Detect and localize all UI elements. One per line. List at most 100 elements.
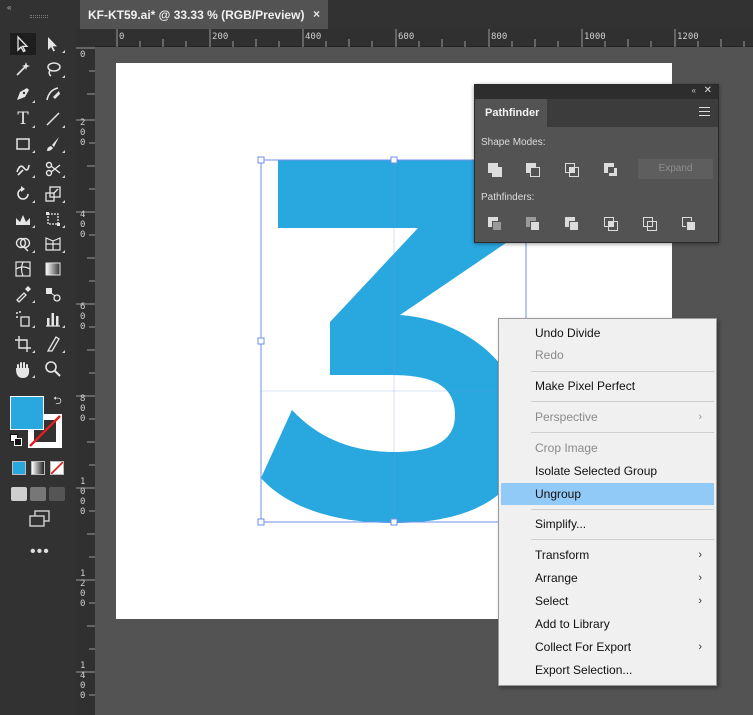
tab-pathfinder[interactable]: Pathfinder xyxy=(475,99,547,127)
ruler-label: 800 xyxy=(80,394,86,424)
submenu-arrow-icon: › xyxy=(698,595,702,607)
gradient-tool-icon[interactable] xyxy=(40,258,66,280)
ruler-label: 400 xyxy=(80,210,86,240)
menu-item-undo-divide[interactable]: Undo Divide xyxy=(501,322,714,344)
ruler-label: 200 xyxy=(80,118,86,148)
none-mode-icon[interactable] xyxy=(50,461,64,475)
toolbar-grip-handle[interactable] xyxy=(30,15,48,18)
slice-tool-icon[interactable] xyxy=(40,333,66,355)
unite-icon[interactable] xyxy=(486,161,504,179)
menu-separator xyxy=(531,371,714,372)
divide-icon[interactable] xyxy=(486,215,504,233)
submenu-arrow-icon: › xyxy=(698,641,702,653)
menu-item-transform[interactable]: Transform › xyxy=(501,544,714,566)
intersect-icon[interactable] xyxy=(563,161,581,179)
menu-item-label: Export Selection... xyxy=(535,663,633,677)
menu-item-label: Arrange xyxy=(535,571,578,585)
menu-item-label: Ungroup xyxy=(535,487,582,501)
blend-tool-icon[interactable] xyxy=(40,283,66,305)
minus-front-icon[interactable] xyxy=(524,161,542,179)
scale-tool-icon[interactable] xyxy=(40,183,66,205)
ruler-label: 600 xyxy=(398,32,415,42)
menu-item-label: Redo xyxy=(535,348,564,362)
pen-tool-icon[interactable] xyxy=(10,83,36,105)
eyedropper-tool-icon[interactable] xyxy=(10,283,36,305)
screen-mode-icon[interactable] xyxy=(29,510,51,528)
menu-item-label: Isolate Selected Group xyxy=(535,464,658,478)
menu-item-crop-image[interactable]: Crop Image xyxy=(501,437,714,459)
collapse-toolbar-icon[interactable]: « xyxy=(7,3,11,12)
close-document-icon[interactable]: × xyxy=(313,7,320,21)
edit-toolbar-button[interactable]: ••• xyxy=(30,543,50,561)
ruler-label: 200 xyxy=(212,32,229,42)
menu-item-label: Undo Divide xyxy=(535,326,601,340)
lasso-tool-icon[interactable] xyxy=(40,58,66,80)
document-tab-title: KF-KT59.ai* @ 33.33 % (RGB/Preview) xyxy=(88,7,305,22)
artboard-tool-icon[interactable] xyxy=(10,333,36,355)
magic-wand-tool-icon[interactable] xyxy=(10,58,36,80)
type-tool-icon[interactable]: T xyxy=(10,108,36,130)
menu-item-make-pixel-perfect[interactable]: Make Pixel Perfect xyxy=(501,375,714,397)
fill-color-swatch[interactable] xyxy=(10,396,44,430)
gradient-mode-icon[interactable] xyxy=(31,461,45,475)
menu-item-add-to-library[interactable]: Add to Library xyxy=(501,613,714,635)
line-segment-tool-icon[interactable] xyxy=(40,108,66,130)
symbol-sprayer-tool-icon[interactable] xyxy=(10,308,36,330)
swap-fill-stroke-icon[interactable]: ⮌ xyxy=(53,392,62,411)
horizontal-ruler[interactable]: 0 200 400 600 800 1000 1200 xyxy=(95,29,753,47)
vertical-ruler[interactable]: 0 200 400 600 800 1000 1200 1400 xyxy=(76,47,95,715)
menu-item-export-selection[interactable]: Export Selection... xyxy=(501,659,714,681)
pathfinder-panel[interactable]: « ✕ Pathfinder Shape Modes: Expand Pathf… xyxy=(474,84,719,243)
trim-icon[interactable] xyxy=(524,215,542,233)
ruler-origin[interactable] xyxy=(76,29,95,47)
menu-item-perspective[interactable]: Perspective › xyxy=(501,406,714,428)
crop-icon[interactable] xyxy=(602,215,620,233)
menu-item-collect-for-export[interactable]: Collect For Export › xyxy=(501,636,714,658)
exclude-icon[interactable] xyxy=(602,161,620,179)
document-tab[interactable]: KF-KT59.ai* @ 33.33 % (RGB/Preview) × xyxy=(80,0,328,29)
direct-selection-tool-icon[interactable] xyxy=(40,33,66,55)
selection-tool-icon[interactable] xyxy=(10,33,36,55)
curvature-tool-icon[interactable] xyxy=(40,83,66,105)
width-tool-icon[interactable] xyxy=(10,208,36,230)
submenu-arrow-icon: › xyxy=(698,549,702,561)
scissors-tool-icon[interactable] xyxy=(40,158,66,180)
panel-title-bar[interactable]: « ✕ xyxy=(475,85,718,99)
outline-icon[interactable] xyxy=(641,215,659,233)
color-mode-icon[interactable] xyxy=(12,461,26,475)
ruler-label: 1200 xyxy=(677,32,699,42)
merge-icon[interactable] xyxy=(563,215,581,233)
menu-item-isolate-selected-group[interactable]: Isolate Selected Group xyxy=(501,460,714,482)
shaper-tool-icon[interactable] xyxy=(10,158,36,180)
ruler-label: 400 xyxy=(305,32,322,42)
menu-item-simplify[interactable]: Simplify... xyxy=(501,513,714,535)
draw-behind-icon[interactable] xyxy=(30,487,46,501)
close-panel-icon[interactable]: ✕ xyxy=(704,85,712,96)
panel-tab-row: Pathfinder xyxy=(475,99,718,127)
menu-item-select[interactable]: Select › xyxy=(501,590,714,612)
zoom-tool-icon[interactable] xyxy=(40,358,66,380)
minus-back-icon[interactable] xyxy=(680,215,698,233)
paintbrush-tool-icon[interactable] xyxy=(40,133,66,155)
mesh-tool-icon[interactable] xyxy=(10,258,36,280)
rectangle-tool-icon[interactable] xyxy=(10,133,36,155)
shape-builder-tool-icon[interactable] xyxy=(10,233,36,255)
menu-separator xyxy=(531,401,714,402)
collapse-panel-icon[interactable]: « xyxy=(692,86,696,95)
rotate-tool-icon[interactable] xyxy=(10,183,36,205)
free-transform-tool-icon[interactable] xyxy=(40,208,66,230)
ruler-label: 800 xyxy=(491,32,508,42)
panel-menu-icon[interactable] xyxy=(699,107,710,116)
menu-item-ungroup[interactable]: Ungroup xyxy=(501,483,714,505)
menu-item-arrange[interactable]: Arrange › xyxy=(501,567,714,589)
perspective-grid-tool-icon[interactable] xyxy=(40,233,66,255)
draw-normal-icon[interactable] xyxy=(11,487,27,501)
hand-tool-icon[interactable] xyxy=(10,358,36,380)
menu-item-redo[interactable]: Redo xyxy=(501,344,714,366)
expand-button[interactable]: Expand xyxy=(638,159,713,179)
default-fill-stroke-icon[interactable] xyxy=(10,434,22,446)
menu-item-label: Collect For Export xyxy=(535,640,632,654)
column-graph-tool-icon[interactable] xyxy=(40,308,66,330)
draw-inside-icon[interactable] xyxy=(49,487,65,501)
menu-item-label: Make Pixel Perfect xyxy=(535,379,636,393)
